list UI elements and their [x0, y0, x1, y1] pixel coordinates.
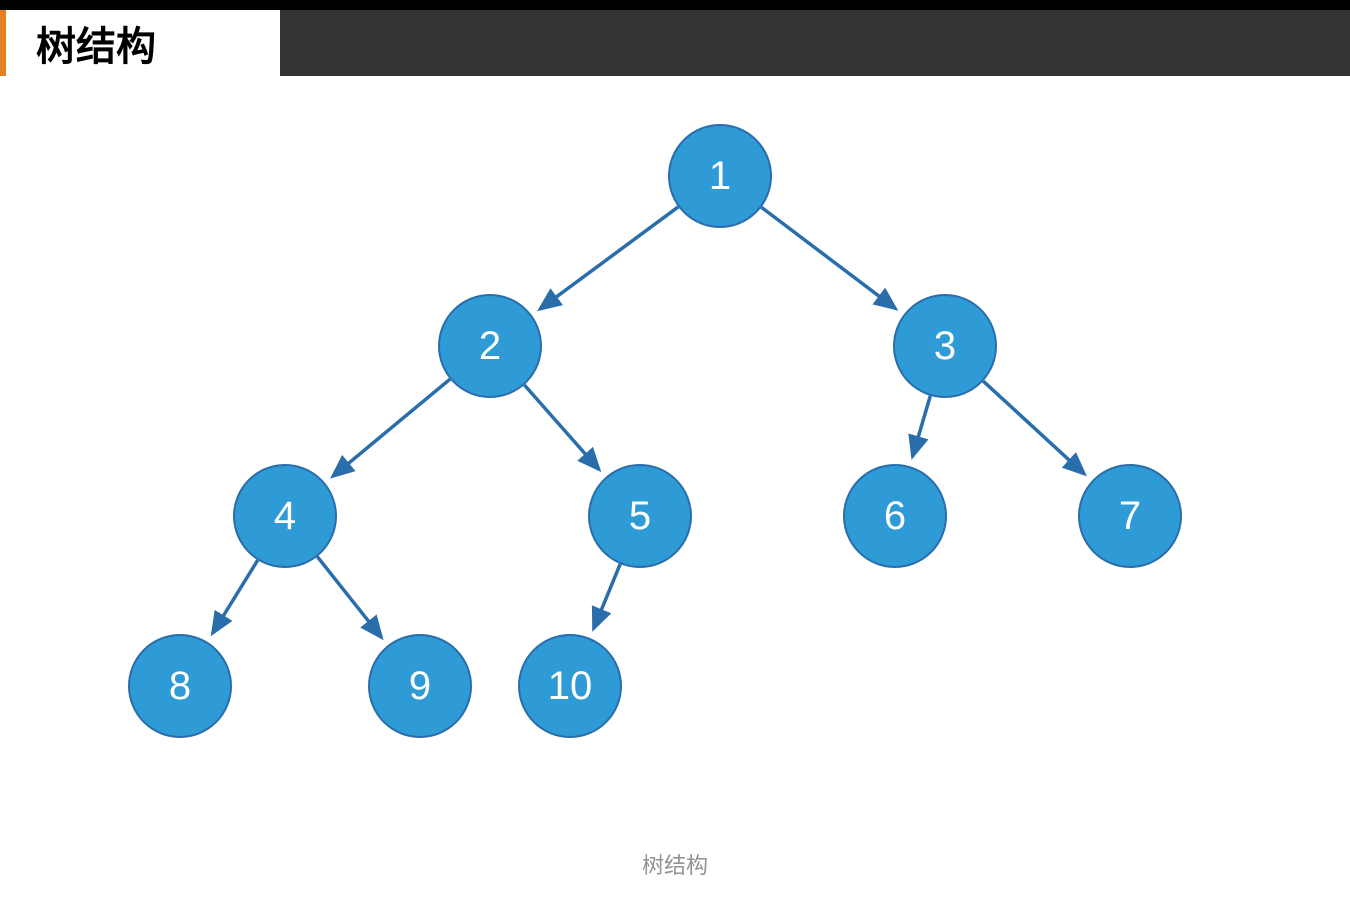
tree-node: 7: [1078, 464, 1182, 568]
header-bar: 树结构: [0, 10, 1350, 76]
tree-node: 4: [233, 464, 337, 568]
tree-node: 6: [843, 464, 947, 568]
tree-node-label: 1: [709, 154, 731, 199]
tree-node: 5: [588, 464, 692, 568]
tree-node-label: 6: [884, 494, 906, 539]
tree-node: 1: [668, 124, 772, 228]
tree-node: 2: [438, 294, 542, 398]
tree-edge: [213, 560, 258, 633]
tree-edge: [761, 207, 895, 308]
tree-node-label: 4: [274, 494, 296, 539]
tree-node-label: 9: [409, 664, 431, 709]
tree-edge: [912, 396, 930, 457]
tree-node-label: 10: [548, 664, 593, 709]
tree-edge: [983, 381, 1084, 474]
tree-node-label: 3: [934, 324, 956, 369]
tree-node-label: 5: [629, 494, 651, 539]
tree-node: 9: [368, 634, 472, 738]
tree-edge: [594, 564, 621, 629]
tree-edge: [333, 379, 450, 476]
tree-node-label: 7: [1119, 494, 1141, 539]
title-tab: 树结构: [0, 10, 280, 76]
tree-node-label: 8: [169, 664, 191, 709]
tree-node: 10: [518, 634, 622, 738]
tree-edge: [524, 385, 599, 470]
tree-diagram: 1 2 3 4 5 6 7 8 9 10: [0, 76, 1350, 836]
tree-node: 3: [893, 294, 997, 398]
tree-node: 8: [128, 634, 232, 738]
page-title: 树结构: [36, 14, 156, 72]
top-black-bar: [0, 0, 1350, 10]
tree-node-label: 2: [479, 324, 501, 369]
tree-edge: [317, 557, 381, 638]
tree-edge: [540, 207, 678, 309]
diagram-caption: 树结构: [0, 848, 1350, 880]
